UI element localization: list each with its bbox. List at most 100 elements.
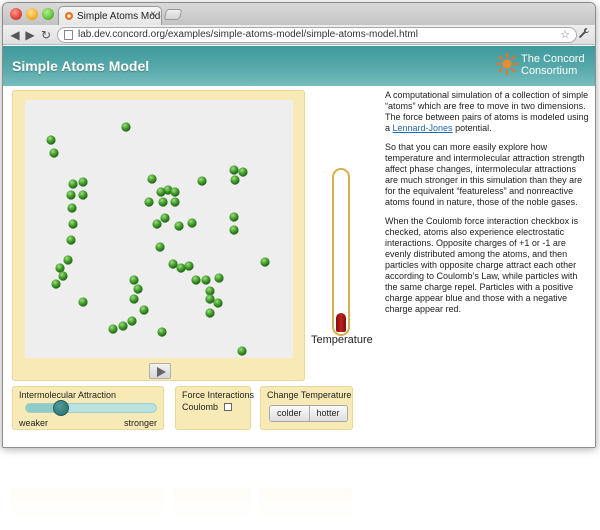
atom	[58, 271, 68, 281]
atom	[176, 263, 186, 273]
description: A computational simulation of a collecti…	[385, 90, 590, 323]
description-paragraph-1: A computational simulation of a collecti…	[385, 90, 590, 134]
browser-tab[interactable]: Simple Atoms Model ×	[58, 6, 162, 25]
atom	[147, 174, 157, 184]
atom	[66, 235, 76, 245]
atom	[170, 187, 180, 197]
browser-window: Simple Atoms Model × ◀ ▶ ↻ lab.dev.conco…	[2, 2, 596, 448]
page-icon	[64, 30, 73, 40]
atom	[191, 275, 201, 285]
atom	[205, 286, 215, 296]
address-bar[interactable]: lab.dev.concord.org/examples/simple-atom…	[57, 27, 577, 43]
force-interactions-title: Force Interactions	[182, 390, 255, 400]
slider-min-label: weaker	[19, 418, 49, 428]
atom	[49, 148, 59, 158]
screen: { "browser": { "tab_title": "Simple Atom…	[0, 0, 600, 530]
atom	[230, 175, 240, 185]
atom	[197, 176, 207, 186]
thermometer-fill	[336, 313, 346, 332]
atom	[144, 197, 154, 207]
temperature-control: Change Temperature colder hotter	[260, 386, 353, 430]
window-zoom-button[interactable]	[42, 8, 54, 20]
atoms-layer	[46, 122, 270, 356]
atom	[184, 261, 194, 271]
atom	[55, 263, 65, 273]
description-paragraph-3: When the Coulomb force interaction check…	[385, 216, 579, 314]
attraction-control: Intermolecular Attraction weaker stronge…	[12, 386, 164, 430]
description-p1-end: potential.	[452, 123, 492, 133]
atom	[229, 212, 239, 222]
simulation-panel	[12, 90, 305, 381]
attraction-slider-track[interactable]	[25, 403, 157, 413]
atom	[187, 218, 197, 228]
page-content: Simple Atoms Model The Concord Consortiu…	[3, 46, 595, 447]
atom	[158, 197, 168, 207]
slider-max-label: stronger	[123, 418, 157, 428]
logo-text-line2: Consortium	[521, 65, 578, 77]
atom	[260, 257, 270, 267]
forward-button[interactable]: ▶	[23, 28, 37, 42]
atom	[214, 273, 224, 283]
thermometer-label: Temperature	[311, 334, 373, 346]
atom	[66, 190, 76, 200]
coulomb-checkbox[interactable]	[224, 403, 232, 411]
window-minimize-button[interactable]	[26, 8, 38, 20]
sunburst-logo-icon	[496, 53, 518, 75]
coulomb-label[interactable]: Coulomb	[182, 402, 218, 412]
atom	[118, 321, 128, 331]
atom	[160, 213, 170, 223]
concord-logo[interactable]: The Concord Consortium	[495, 51, 591, 81]
atom	[121, 122, 131, 132]
temperature-buttons: colder hotter	[269, 405, 348, 422]
atom	[46, 135, 56, 145]
browser-toolbar: ◀ ▶ ↻ lab.dev.concord.org/examples/simpl…	[3, 25, 595, 45]
force-interactions-control: Force Interactions Coulomb	[175, 386, 255, 430]
atom	[78, 297, 88, 307]
play-icon	[157, 367, 166, 377]
atom	[213, 298, 223, 308]
bookmark-star-icon[interactable]: ☆	[560, 28, 570, 41]
back-button[interactable]: ◀	[8, 28, 22, 42]
atom	[67, 203, 77, 213]
hotter-button[interactable]: hotter	[308, 406, 347, 421]
wrench-icon[interactable]	[578, 27, 590, 42]
window-reflection	[2, 448, 596, 530]
atom	[237, 346, 247, 356]
thermometer	[332, 168, 350, 336]
favicon-icon	[65, 12, 73, 20]
attraction-slider-thumb[interactable]	[53, 400, 69, 416]
atom	[152, 219, 162, 229]
atom	[168, 259, 178, 269]
page-header: Simple Atoms Model The Concord Consortiu…	[3, 46, 595, 86]
atom	[205, 308, 215, 318]
atom	[129, 275, 139, 285]
atom	[205, 294, 215, 304]
page-title: Simple Atoms Model	[12, 58, 150, 74]
atom	[78, 190, 88, 200]
tab-bar: Simple Atoms Model ×	[3, 3, 595, 25]
tab-close-icon[interactable]: ×	[150, 9, 156, 20]
atom	[238, 167, 248, 177]
reload-button[interactable]: ↻	[39, 28, 53, 42]
simulation-canvas[interactable]	[25, 100, 293, 358]
atom	[78, 177, 88, 187]
atom	[133, 284, 143, 294]
atom	[155, 242, 165, 252]
atom	[127, 316, 137, 326]
description-paragraph-2: So that you can more easily explore how …	[385, 142, 585, 207]
atom	[174, 221, 184, 231]
new-tab-button[interactable]	[163, 9, 183, 20]
window-close-button[interactable]	[10, 8, 22, 20]
url-text: lab.dev.concord.org/examples/simple-atom…	[78, 29, 418, 40]
logo-text-line1: The Concord	[521, 53, 585, 65]
atom	[51, 279, 61, 289]
lennard-jones-link[interactable]: Lennard-Jones	[393, 123, 453, 133]
colder-button[interactable]: colder	[270, 406, 309, 421]
atom	[68, 179, 78, 189]
play-button[interactable]	[149, 363, 171, 379]
atom	[229, 225, 239, 235]
atom	[156, 187, 166, 197]
reflection-fade	[2, 448, 596, 530]
atom	[139, 305, 149, 315]
atom	[68, 219, 78, 229]
